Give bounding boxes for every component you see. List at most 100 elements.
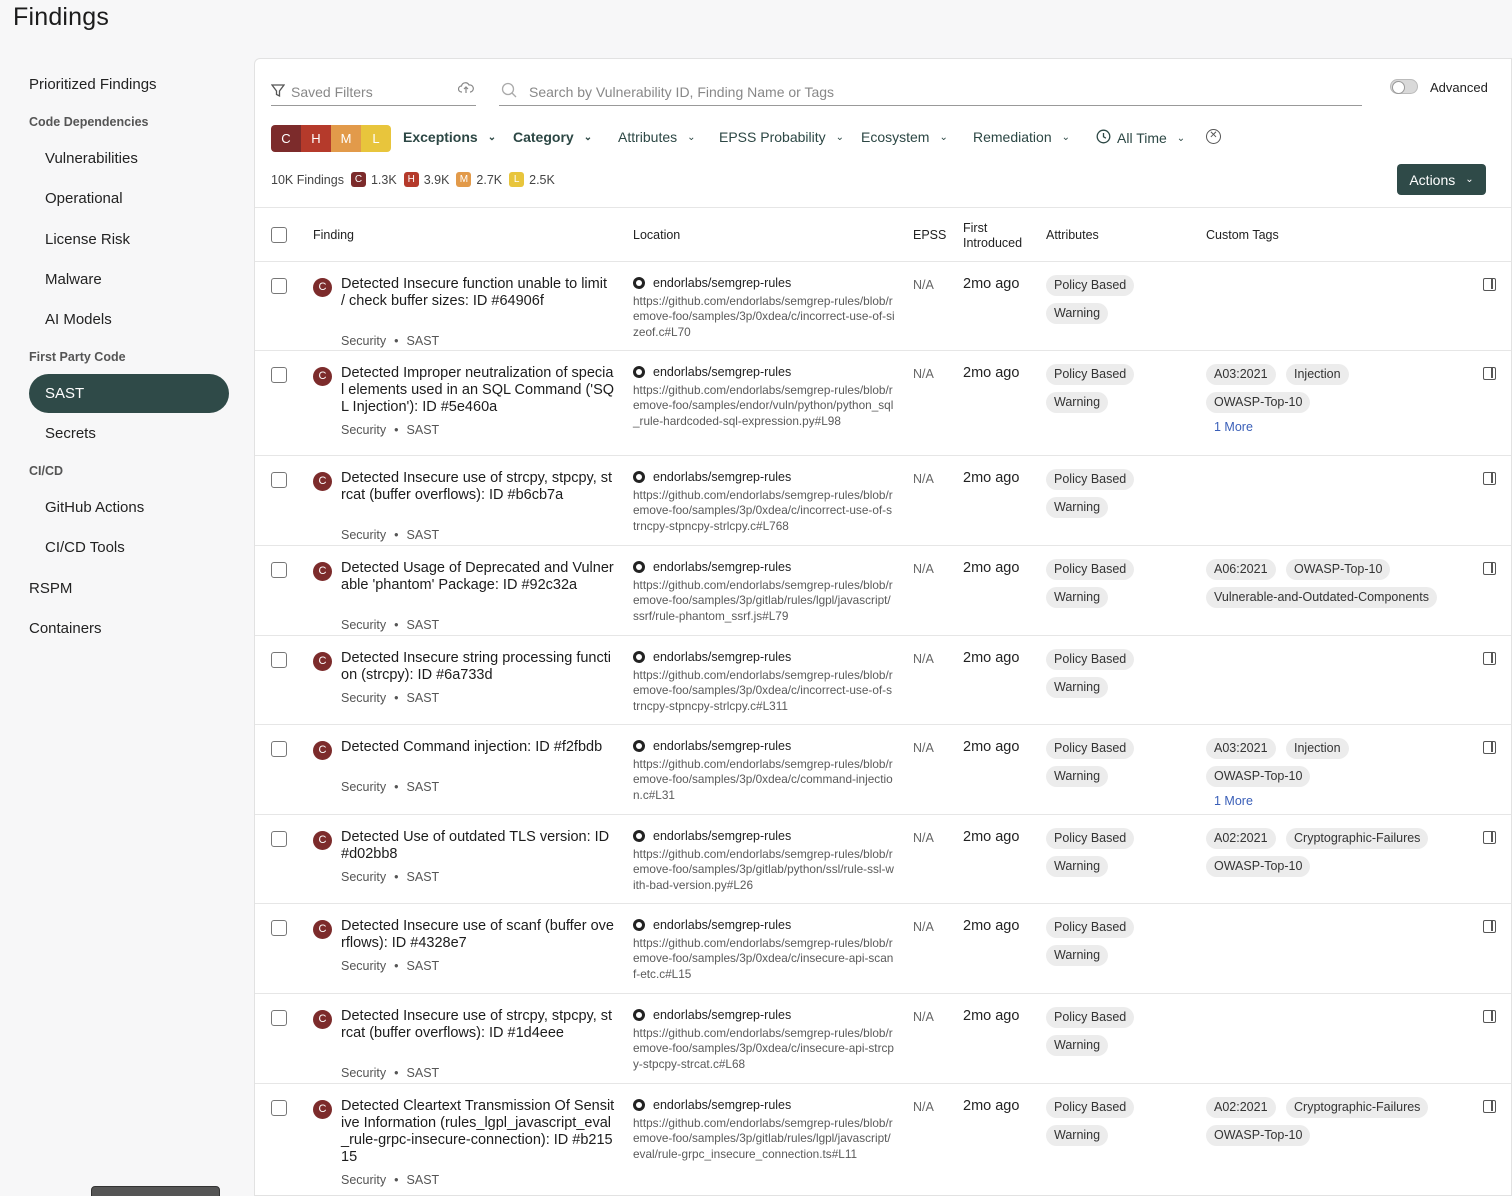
location-url[interactable]: https://github.com/endorlabs/semgrep-rul… <box>633 936 895 982</box>
location-url[interactable]: https://github.com/endorlabs/semgrep-rul… <box>633 1026 895 1072</box>
sidebar-item-cicd-tools[interactable]: CI/CD Tools <box>45 539 125 556</box>
table-row[interactable]: C Detected Insecure use of scanf (buffer … <box>255 904 1511 994</box>
custom-tag[interactable]: OWASP-Top-10 <box>1206 856 1311 877</box>
location-url[interactable]: https://github.com/endorlabs/semgrep-rul… <box>633 578 895 624</box>
location-repo[interactable]: endorlabs/semgrep-rules <box>633 918 791 932</box>
row-checkbox[interactable] <box>271 652 287 668</box>
location-repo[interactable]: endorlabs/semgrep-rules <box>633 650 791 664</box>
finding-title[interactable]: Detected Improper neutralization of spec… <box>341 365 615 416</box>
sidebar-item-github-actions[interactable]: GitHub Actions <box>45 499 144 516</box>
finding-title[interactable]: Detected Insecure use of strcpy, stpcpy,… <box>341 1008 615 1042</box>
custom-tag[interactable]: A02:2021 <box>1206 1097 1276 1118</box>
advanced-toggle[interactable] <box>1390 79 1418 94</box>
custom-tag[interactable]: A02:2021 <box>1206 828 1276 849</box>
finding-title[interactable]: Detected Usage of Deprecated and Vulnera… <box>341 560 615 594</box>
sidebar-item-sast[interactable]: SAST <box>29 374 229 413</box>
side-panel-icon[interactable] <box>1483 1010 1496 1023</box>
saved-filters-input[interactable]: Saved Filters <box>270 79 476 106</box>
location-url[interactable]: https://github.com/endorlabs/semgrep-rul… <box>633 668 895 714</box>
location-url[interactable]: https://github.com/endorlabs/semgrep-rul… <box>633 1116 895 1162</box>
location-repo[interactable]: endorlabs/semgrep-rules <box>633 276 791 290</box>
header-epss[interactable]: EPSS <box>913 228 946 242</box>
attributes-filter[interactable]: Attributes ⌄ <box>618 129 696 145</box>
custom-tag[interactable]: OWASP-Top-10 <box>1206 1125 1311 1146</box>
clear-filters-icon[interactable]: ✕ <box>1206 129 1221 144</box>
select-all-checkbox[interactable] <box>271 227 287 243</box>
side-panel-icon[interactable] <box>1483 831 1496 844</box>
remediation-filter[interactable]: Remediation ⌄ <box>973 129 1070 145</box>
custom-tag[interactable]: A03:2021 <box>1206 364 1276 385</box>
sidebar-item-malware[interactable]: Malware <box>45 271 102 288</box>
row-checkbox[interactable] <box>271 562 287 578</box>
table-row[interactable]: C Detected Improper neutralization of spe… <box>255 351 1511 456</box>
table-row[interactable]: C Detected Usage of Deprecated and Vulner… <box>255 546 1511 636</box>
finding-title[interactable]: Detected Insecure function unable to lim… <box>341 276 615 310</box>
more-tags-link[interactable]: 1 More <box>1214 794 1253 808</box>
search-input[interactable]: Search by Vulnerability ID, Finding Name… <box>499 79 1362 106</box>
severity-chip-medium[interactable]: M <box>331 125 361 152</box>
finding-title[interactable]: Detected Command injection: ID #f2fbdb <box>341 739 615 756</box>
sidebar-item-secrets[interactable]: Secrets <box>45 425 96 442</box>
location-url[interactable]: https://github.com/endorlabs/semgrep-rul… <box>633 294 895 340</box>
ecosystem-filter[interactable]: Ecosystem ⌄ <box>861 129 948 145</box>
custom-tag[interactable]: Cryptographic-Failures <box>1286 1097 1429 1118</box>
actions-button[interactable]: Actions ⌄ <box>1397 164 1486 195</box>
custom-tag[interactable]: OWASP-Top-10 <box>1206 392 1311 413</box>
location-repo[interactable]: endorlabs/semgrep-rules <box>633 829 791 843</box>
table-row[interactable]: C Detected Use of outdated TLS version: I… <box>255 815 1511 904</box>
row-checkbox[interactable] <box>271 278 287 294</box>
custom-tag[interactable]: OWASP-Top-10 <box>1286 559 1391 580</box>
exceptions-filter[interactable]: Exceptions ⌄ <box>403 129 496 145</box>
table-row[interactable]: C Detected Insecure function unable to li… <box>255 262 1511 351</box>
sidebar-bottom-button[interactable] <box>91 1186 220 1196</box>
header-custom-tags[interactable]: Custom Tags <box>1206 228 1279 242</box>
custom-tag[interactable]: Injection <box>1286 364 1349 385</box>
side-panel-icon[interactable] <box>1483 652 1496 665</box>
time-filter[interactable]: All Time ⌄ <box>1096 129 1185 147</box>
side-panel-icon[interactable] <box>1483 741 1496 754</box>
finding-title[interactable]: Detected Insecure use of scanf (buffer o… <box>341 918 615 952</box>
side-panel-icon[interactable] <box>1483 472 1496 485</box>
sidebar-item-rspm[interactable]: RSPM <box>29 580 72 597</box>
custom-tag[interactable]: Vulnerable-and-Outdated-Components <box>1206 587 1437 608</box>
finding-title[interactable]: Detected Insecure string processing func… <box>341 650 615 684</box>
header-location[interactable]: Location <box>633 228 680 242</box>
row-checkbox[interactable] <box>271 831 287 847</box>
row-checkbox[interactable] <box>271 1010 287 1026</box>
table-row[interactable]: C Detected Insecure string processing fun… <box>255 636 1511 725</box>
custom-tag[interactable]: A03:2021 <box>1206 738 1276 759</box>
side-panel-icon[interactable] <box>1483 920 1496 933</box>
finding-title[interactable]: Detected Use of outdated TLS version: ID… <box>341 829 615 863</box>
location-repo[interactable]: endorlabs/semgrep-rules <box>633 365 791 379</box>
side-panel-icon[interactable] <box>1483 562 1496 575</box>
row-checkbox[interactable] <box>271 741 287 757</box>
sidebar-item-operational[interactable]: Operational <box>45 190 123 207</box>
location-repo[interactable]: endorlabs/semgrep-rules <box>633 1008 791 1022</box>
severity-chip-high[interactable]: H <box>301 125 331 152</box>
side-panel-icon[interactable] <box>1483 278 1496 291</box>
header-finding[interactable]: Finding <box>313 228 354 242</box>
sidebar-item-containers[interactable]: Containers <box>29 620 102 637</box>
table-row[interactable]: C Detected Command injection: ID #f2fbdb S… <box>255 725 1511 815</box>
severity-chip-critical[interactable]: C <box>271 125 301 152</box>
category-filter[interactable]: Category ⌄ <box>513 129 592 145</box>
location-url[interactable]: https://github.com/endorlabs/semgrep-rul… <box>633 757 895 803</box>
side-panel-icon[interactable] <box>1483 1100 1496 1113</box>
more-tags-link[interactable]: 1 More <box>1214 420 1253 434</box>
custom-tag[interactable]: Injection <box>1286 738 1349 759</box>
row-checkbox[interactable] <box>271 920 287 936</box>
sidebar-item-vulnerabilities[interactable]: Vulnerabilities <box>45 150 138 167</box>
location-url[interactable]: https://github.com/endorlabs/semgrep-rul… <box>633 488 895 534</box>
location-repo[interactable]: endorlabs/semgrep-rules <box>633 739 791 753</box>
custom-tag[interactable]: A06:2021 <box>1206 559 1276 580</box>
sidebar-item-ai-models[interactable]: AI Models <box>45 311 112 328</box>
location-url[interactable]: https://github.com/endorlabs/semgrep-rul… <box>633 383 895 429</box>
sidebar-item-license-risk[interactable]: License Risk <box>45 231 130 248</box>
side-panel-icon[interactable] <box>1483 367 1496 380</box>
row-checkbox[interactable] <box>271 367 287 383</box>
custom-tag[interactable]: Cryptographic-Failures <box>1286 828 1429 849</box>
finding-title[interactable]: Detected Insecure use of strcpy, stpcpy,… <box>341 470 615 504</box>
table-row[interactable]: C Detected Cleartext Transmission Of Sens… <box>255 1084 1511 1195</box>
table-row[interactable]: C Detected Insecure use of strcpy, stpcpy… <box>255 994 1511 1084</box>
location-repo[interactable]: endorlabs/semgrep-rules <box>633 560 791 574</box>
